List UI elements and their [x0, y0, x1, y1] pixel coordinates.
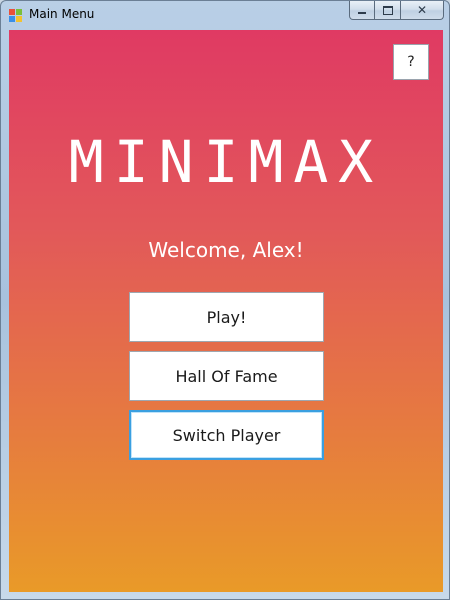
main-menu-window: Main Menu ✕ ? MINIMAX Welcome, Alex! Pla…	[0, 0, 450, 600]
maximize-icon	[382, 5, 393, 15]
app-title: MINIMAX	[68, 128, 384, 196]
play-button[interactable]: Play!	[129, 292, 324, 342]
minimize-icon	[358, 11, 366, 14]
title-bar[interactable]: Main Menu ✕	[1, 1, 449, 29]
main-menu-panel: ? MINIMAX Welcome, Alex! Play! Hall Of F…	[9, 30, 443, 592]
close-icon: ✕	[416, 3, 428, 17]
hall-of-fame-button[interactable]: Hall Of Fame	[129, 351, 324, 401]
windows-form-icon	[9, 9, 22, 22]
maximize-button[interactable]	[375, 1, 401, 20]
minimize-button[interactable]	[349, 1, 375, 20]
window-title: Main Menu	[29, 7, 95, 21]
help-button[interactable]: ?	[393, 44, 429, 80]
welcome-text: Welcome, Alex!	[148, 238, 304, 262]
caption-buttons: ✕	[349, 1, 444, 21]
switch-player-button[interactable]: Switch Player	[129, 410, 324, 460]
close-button[interactable]: ✕	[401, 1, 444, 20]
